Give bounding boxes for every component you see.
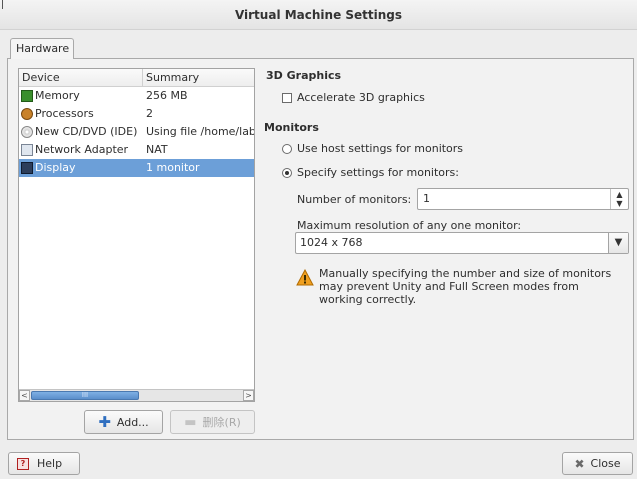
spinner-value[interactable]: 1 bbox=[423, 189, 430, 209]
accelerate-3d-checkbox[interactable]: Accelerate 3D graphics bbox=[282, 91, 425, 104]
device-row-memory[interactable]: Memory 256 MB bbox=[19, 87, 254, 105]
specify-settings-radio[interactable]: Specify settings for monitors: bbox=[282, 166, 459, 179]
number-of-monitors-spinner[interactable]: 1 ▲ ▼ bbox=[417, 188, 629, 210]
checkbox-box[interactable] bbox=[282, 92, 292, 103]
column-header-device[interactable]: Device bbox=[19, 69, 143, 86]
device-name: Memory bbox=[35, 89, 80, 102]
specify-settings-label: Specify settings for monitors: bbox=[297, 166, 459, 179]
accelerate-3d-label: Accelerate 3D graphics bbox=[297, 91, 425, 104]
3d-graphics-heading: 3D Graphics bbox=[266, 69, 342, 82]
add-button-label: Add... bbox=[116, 415, 149, 429]
column-header-summary[interactable]: Summary bbox=[143, 69, 254, 86]
device-name: Processors bbox=[35, 107, 94, 120]
device-name: Network Adapter bbox=[35, 143, 129, 156]
remove-device-button[interactable]: ▬ 删除(R) bbox=[170, 410, 255, 434]
use-host-settings-radio[interactable]: Use host settings for monitors bbox=[282, 142, 463, 155]
scroll-right-arrow-icon[interactable]: > bbox=[243, 390, 254, 401]
device-name: New CD/DVD (IDE) bbox=[35, 125, 138, 138]
number-of-monitors-label: Number of monitors: bbox=[297, 193, 412, 206]
help-button-label: Help bbox=[37, 457, 63, 470]
close-icon: ✖ bbox=[574, 456, 585, 471]
device-summary: NAT bbox=[146, 143, 168, 156]
processor-icon bbox=[21, 108, 33, 120]
device-summary: 1 monitor bbox=[146, 161, 200, 174]
tab-hardware[interactable]: Hardware bbox=[10, 38, 74, 59]
memory-icon bbox=[21, 90, 33, 102]
horizontal-scrollbar[interactable]: < III > bbox=[19, 389, 254, 401]
monitor-warning-text: Manually specifying the number and size … bbox=[319, 267, 612, 306]
radio-button-selected[interactable] bbox=[282, 167, 292, 178]
remove-button-label: 删除(R) bbox=[202, 416, 241, 429]
use-host-settings-label: Use host settings for monitors bbox=[297, 142, 464, 155]
scroll-thumb[interactable]: III bbox=[31, 391, 139, 400]
network-adapter-icon bbox=[21, 144, 33, 156]
device-row-network-adapter[interactable]: Network Adapter NAT bbox=[19, 141, 254, 159]
dropdown-value: 1024 x 768 bbox=[300, 236, 363, 249]
help-icon: ? bbox=[17, 457, 29, 470]
add-device-button[interactable]: ✚ Add... bbox=[84, 410, 163, 434]
cd-dvd-icon bbox=[21, 126, 33, 138]
close-button[interactable]: ✖ Close bbox=[562, 452, 633, 475]
radio-button[interactable] bbox=[282, 143, 292, 154]
window-corner-mark bbox=[2, 0, 3, 9]
device-name: Display bbox=[35, 161, 76, 174]
device-list-header: Device Summary bbox=[19, 69, 254, 87]
help-button[interactable]: ? Help bbox=[8, 452, 80, 475]
device-row-processors[interactable]: Processors 2 bbox=[19, 105, 254, 123]
warning-icon bbox=[296, 269, 314, 286]
device-row-display[interactable]: Display 1 monitor bbox=[19, 159, 254, 177]
device-summary: Using file /home/labu bbox=[146, 125, 254, 138]
plus-icon: ✚ bbox=[98, 413, 111, 431]
chevron-down-icon[interactable]: ▼ bbox=[608, 233, 628, 253]
max-resolution-dropdown[interactable]: 1024 x 768 ▼ bbox=[295, 232, 629, 254]
device-summary: 2 bbox=[146, 107, 153, 120]
close-button-label: Close bbox=[590, 457, 621, 470]
title-bar: Virtual Machine Settings bbox=[0, 0, 637, 30]
device-list[interactable]: Device Summary Memory 256 MB Processors … bbox=[18, 68, 255, 402]
monitors-heading: Monitors bbox=[264, 121, 319, 134]
display-icon bbox=[21, 162, 33, 174]
device-row-cd-dvd[interactable]: New CD/DVD (IDE) Using file /home/labu bbox=[19, 123, 254, 141]
scroll-left-arrow-icon[interactable]: < bbox=[19, 390, 30, 401]
max-resolution-label: Maximum resolution of any one monitor: bbox=[297, 219, 522, 232]
minus-icon: ▬ bbox=[184, 414, 197, 430]
spinner-arrows-icon[interactable]: ▲ ▼ bbox=[610, 189, 628, 209]
window-title: Virtual Machine Settings bbox=[234, 8, 403, 22]
device-summary: 256 MB bbox=[146, 89, 188, 102]
